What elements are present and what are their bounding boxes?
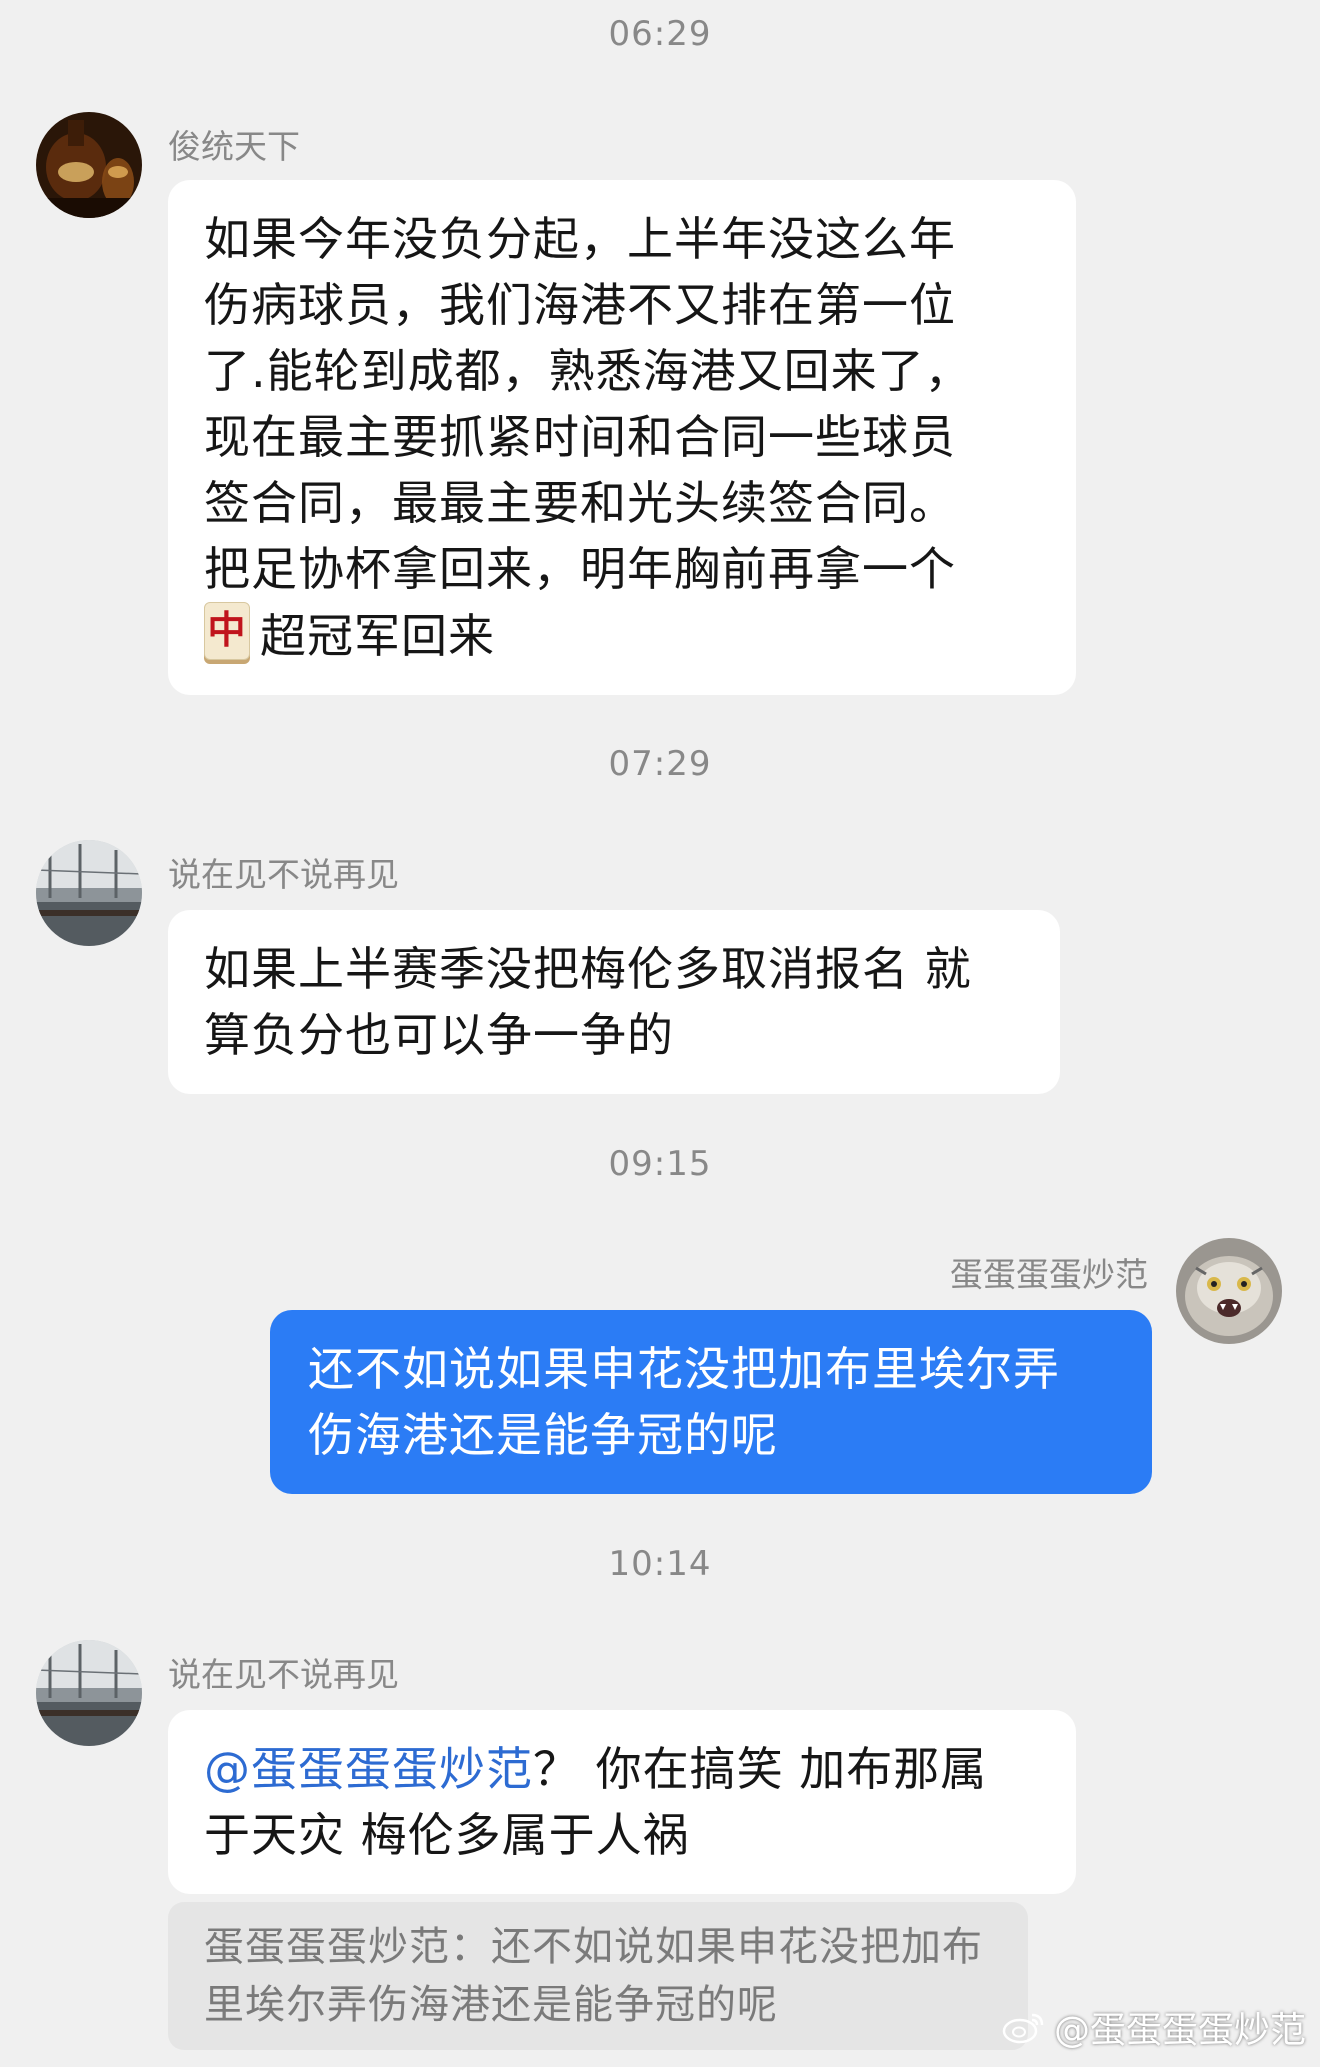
timestamp: 07:29 (608, 744, 712, 784)
message-line: 现在最主要抓紧时间和合同一些球员 (204, 410, 956, 464)
sender-name: 说在见不说再见 (168, 1655, 399, 1694)
message-line: 如果今年没负分起，上半年没这么年 (204, 212, 956, 266)
rainy-window-avatar-icon (36, 1640, 142, 1746)
message-line: 中超冠军回来 (204, 602, 1040, 669)
avatar[interactable] (36, 1640, 142, 1746)
message-bubble[interactable]: 如果上半赛季没把梅伦多取消报名 就 算负分也可以争一争的 (168, 910, 1060, 1094)
message-line: 如果上半赛季没把梅伦多取消报名 就 (204, 942, 972, 996)
avatar[interactable] (1176, 1238, 1282, 1344)
sender-name: 俊统天下 (168, 127, 300, 166)
weibo-logo-icon (1002, 2013, 1044, 2044)
weibo-watermark: @蛋蛋蛋蛋炒范 (1002, 2001, 1306, 2053)
message-bubble[interactable]: 如果今年没负分起，上半年没这么年 伤病球员，我们海港不又排在第一位 了.能轮到成… (168, 180, 1076, 695)
avatar[interactable] (36, 112, 142, 218)
timestamp: 06:29 (608, 14, 712, 54)
message-line: 伤海港还是能争冠的呢 (308, 1408, 778, 1462)
cognac-avatar-icon (36, 112, 142, 218)
mahjong-red-dragon-icon: 中 (204, 602, 250, 660)
watermark-text: @蛋蛋蛋蛋炒范 (1053, 2010, 1306, 2051)
avatar[interactable] (36, 840, 142, 946)
sender-name: 说在见不说再见 (168, 855, 399, 894)
timestamp: 10:14 (608, 1544, 712, 1584)
pallas-cat-avatar-icon (1176, 1238, 1282, 1344)
message-line: 把足协杯拿回来，明年胸前再拿一个 (204, 542, 956, 596)
message-line: 签合同，最最主要和光头续签合同。 (204, 476, 956, 530)
message-line: 伤病球员，我们海港不又排在第一位 (204, 278, 956, 332)
message-line: 还不如说如果申花没把加布里埃尔弄 (308, 1342, 1060, 1396)
sender-name: 蛋蛋蛋蛋炒范 (950, 1255, 1148, 1294)
quote-line: 蛋蛋蛋蛋炒范：还不如说如果申花没把加布 (204, 1924, 983, 1970)
timestamp: 09:15 (608, 1144, 712, 1184)
message-bubble[interactable]: @蛋蛋蛋蛋炒范？ 你在搞笑 加布那属 于天灾 梅伦多属于人祸 (168, 1710, 1076, 1894)
mention-link[interactable]: @蛋蛋蛋蛋炒范 (204, 1742, 533, 1796)
rainy-window-avatar-icon (36, 840, 142, 946)
message-bubble-outgoing[interactable]: 还不如说如果申花没把加布里埃尔弄 伤海港还是能争冠的呢 (270, 1310, 1152, 1494)
message-line: @蛋蛋蛋蛋炒范？ 你在搞笑 加布那属 (204, 1742, 988, 1796)
quote-line: 里埃尔弄伤海港还是能争冠的呢 (204, 1982, 778, 2028)
quoted-reply[interactable]: 蛋蛋蛋蛋炒范：还不如说如果申花没把加布 里埃尔弄伤海港还是能争冠的呢 (168, 1902, 1028, 2050)
message-line: 了.能轮到成都，熟悉海港又回来了， (204, 344, 972, 398)
message-line: 于天灾 梅伦多属于人祸 (204, 1808, 690, 1862)
message-line: 算负分也可以争一争的 (204, 1008, 674, 1062)
